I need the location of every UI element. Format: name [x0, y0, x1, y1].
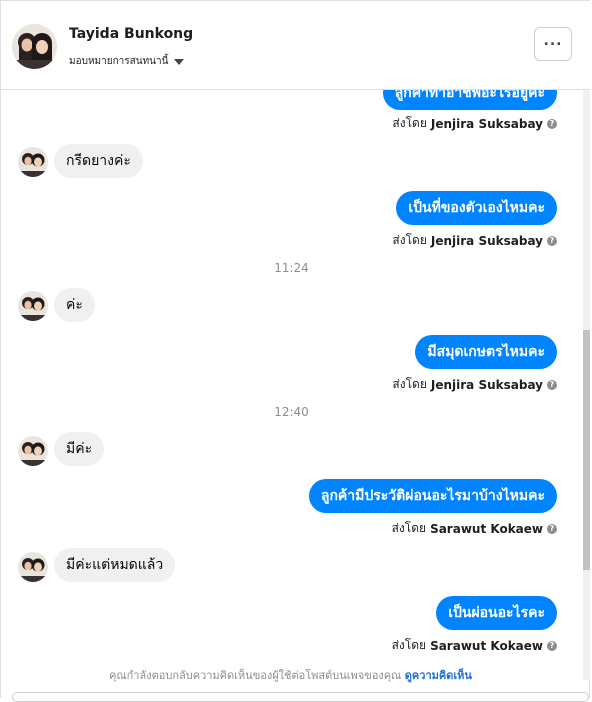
contact-avatar-small	[18, 552, 48, 582]
timestamp-separator: 11:24	[274, 261, 309, 275]
more-options-button[interactable]: ...	[534, 27, 572, 61]
info-icon[interactable]: ?	[547, 523, 557, 534]
incoming-message[interactable]: มีค่ะแต่หมดแล้ว	[54, 548, 176, 582]
info-icon[interactable]: ?	[547, 640, 557, 651]
scrollbar-thumb[interactable]	[583, 330, 590, 570]
outgoing-message[interactable]: เป็นผ่อนอะไรคะ	[436, 596, 557, 630]
outgoing-message[interactable]: ลูกค้ามีประวัติผ่อนอะไรมาบ้างไหมคะ	[308, 479, 557, 513]
reply-composer[interactable]	[12, 692, 589, 702]
outgoing-message[interactable]: เป็นที่ของตัวเองไหมคะ	[396, 191, 557, 225]
reply-context-note: คุณกำลังตอบกลับความคิดเห็นของผู้ใช้ต่อโพ…	[109, 669, 472, 682]
incoming-message[interactable]: มีค่ะ	[54, 432, 105, 466]
info-icon[interactable]: ?	[547, 118, 557, 129]
info-icon[interactable]: ?	[547, 235, 557, 246]
sender-name: Jenjira Suksabay	[430, 377, 543, 392]
contact-avatar-small	[18, 147, 48, 177]
timestamp-separator: 12:40	[274, 405, 309, 419]
sender-name: Sarawut Kokaew	[430, 521, 543, 536]
sent-by-line: ส่งโดย Jenjira Suksabay ?	[392, 375, 557, 394]
contact-avatar[interactable]	[12, 24, 57, 69]
sent-by-line: ส่งโดย Sarawut Kokaew ?	[392, 636, 557, 655]
contact-avatar-small	[18, 291, 48, 321]
info-icon[interactable]: ?	[547, 379, 557, 390]
assign-conversation-dropdown[interactable]: มอบหมายการสนทนานี้	[69, 54, 185, 69]
contact-avatar-small	[18, 436, 48, 466]
conversation-header: Tayida Bunkong มอบหมายการสนทนานี้ ...	[1, 1, 590, 90]
sender-name: Jenjira Suksabay	[430, 116, 543, 131]
outgoing-message[interactable]: มีสมุดเกษตรไหมคะ	[415, 335, 557, 369]
sent-by-line: ส่งโดย Jenjira Suksabay ?	[392, 231, 557, 250]
more-icon: ...	[543, 33, 563, 49]
sent-by-line: ส่งโดย Jenjira Suksabay ?	[392, 114, 557, 133]
view-comment-link[interactable]: ดูความคิดเห็น	[405, 669, 472, 682]
incoming-message[interactable]: ค่ะ	[54, 288, 95, 322]
sender-name: Sarawut Kokaew	[430, 638, 543, 653]
thread-scrollbar[interactable]	[583, 90, 590, 680]
incoming-message[interactable]: กรีดยางค่ะ	[54, 144, 143, 178]
outgoing-message[interactable]: ลูกค้าทำอาชีพอะไรอยู่คะ	[382, 90, 557, 110]
assign-label: มอบหมายการสนทนานี้	[69, 56, 169, 67]
contact-name[interactable]: Tayida Bunkong	[69, 26, 193, 42]
sent-by-line: ส่งโดย Sarawut Kokaew ?	[392, 519, 557, 538]
message-thread[interactable]: ลูกค้าทำอาชีพอะไรอยู่คะ ส่งโดย Jenjira S…	[1, 90, 582, 690]
sender-name: Jenjira Suksabay	[430, 233, 543, 248]
chevron-down-icon	[174, 58, 185, 65]
